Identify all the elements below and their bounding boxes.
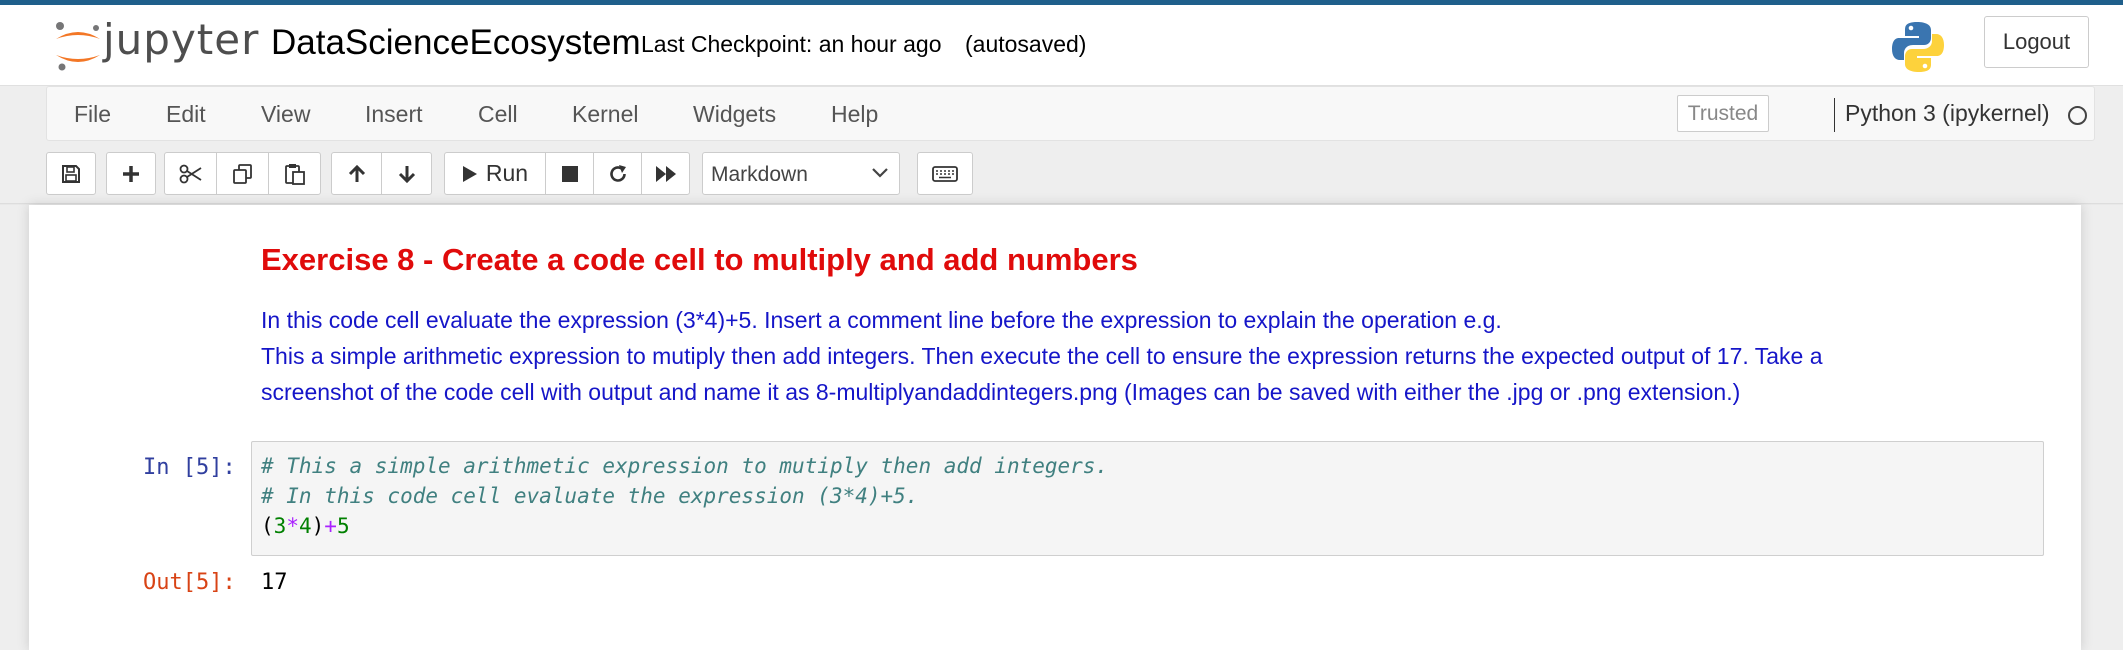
copy-icon: [232, 163, 252, 184]
code-comment: # This a simple arithmetic expression to…: [261, 454, 1109, 478]
paste-icon: [284, 163, 305, 185]
menu-kernel[interactable]: Kernel: [572, 101, 638, 128]
checkpoint-status: Last Checkpoint: an hour ago: [641, 31, 942, 57]
code-operator: *: [286, 514, 299, 538]
keyboard-icon: [932, 165, 958, 182]
move-up-button[interactable]: [331, 152, 382, 195]
menu-insert[interactable]: Insert: [365, 101, 423, 128]
code-paren-close: ): [311, 514, 325, 538]
markdown-heading: Exercise 8 - Create a code cell to multi…: [261, 242, 1138, 277]
trusted-indicator[interactable]: Trusted: [1677, 95, 1769, 132]
output-prompt: Out[5]:: [143, 570, 236, 595]
insert-cell-button[interactable]: [106, 152, 156, 195]
copy-button[interactable]: [216, 152, 269, 195]
jupyter-logo-text[interactable]: jupyter: [103, 15, 259, 64]
kernel-idle-indicator: [2068, 106, 2087, 125]
menu-view[interactable]: View: [261, 101, 310, 128]
fast-forward-icon: [655, 165, 676, 182]
run-button[interactable]: Run: [444, 152, 546, 195]
run-icon: [462, 165, 477, 182]
menubar: File Edit View Insert Cell Kernel Widget…: [46, 86, 2095, 141]
arrow-down-icon: [398, 165, 415, 183]
notebook-title[interactable]: DataScienceEcosystem: [271, 23, 641, 63]
scissors-icon: [179, 164, 201, 183]
command-palette-button[interactable]: [917, 152, 973, 195]
python-logo-icon: [1892, 22, 1944, 72]
kernel-name[interactable]: Python 3 (ipykernel): [1845, 100, 2050, 127]
cell-type-select[interactable]: Markdown: [702, 152, 900, 195]
interrupt-button[interactable]: [545, 152, 594, 195]
code-cell-editor[interactable]: # This a simple arithmetic expression to…: [251, 441, 2044, 556]
menu-edit[interactable]: Edit: [166, 101, 206, 128]
save-button[interactable]: [46, 152, 96, 195]
markdown-paragraph-line: screenshot of the code cell with output …: [261, 379, 1741, 405]
header: jupyter DataScienceEcosystem Last Checkp…: [0, 5, 2123, 86]
save-icon: [62, 164, 80, 183]
input-prompt: In [5]:: [143, 455, 236, 480]
chevron-down-icon: [872, 168, 888, 178]
code-paren-open: (: [261, 514, 274, 538]
kernel-separator: [1834, 98, 1835, 132]
autosave-status: (autosaved): [965, 31, 1087, 57]
restart-run-all-button[interactable]: [641, 152, 690, 195]
move-down-button[interactable]: [381, 152, 432, 195]
code-comment: # In this code cell evaluate the express…: [261, 484, 919, 508]
markdown-paragraph-line: In this code cell evaluate the expressio…: [261, 307, 1502, 333]
code-number: 4: [298, 514, 312, 538]
code-operator: +: [324, 514, 337, 538]
paste-button[interactable]: [268, 152, 321, 195]
cell-type-value: Markdown: [711, 163, 808, 186]
menu-cell[interactable]: Cell: [478, 101, 518, 128]
restart-icon: [609, 164, 626, 182]
code-expression: (3*4)+5: [261, 514, 350, 538]
markdown-paragraph-line: This a simple arithmetic expression to m…: [261, 343, 1823, 369]
arrow-up-icon: [348, 164, 365, 182]
run-label: Run: [485, 160, 529, 186]
cell-output: 17: [261, 570, 288, 595]
stop-icon: [561, 165, 578, 182]
logout-button[interactable]: Logout: [1984, 16, 2089, 68]
menu-file[interactable]: File: [74, 101, 111, 128]
code-number: 3: [273, 514, 287, 538]
restart-button[interactable]: [593, 152, 642, 195]
cut-button[interactable]: [164, 152, 217, 195]
plus-icon: [123, 165, 139, 182]
menu-help[interactable]: Help: [831, 101, 878, 128]
code-number: 5: [336, 514, 350, 538]
menu-widgets[interactable]: Widgets: [693, 101, 776, 128]
